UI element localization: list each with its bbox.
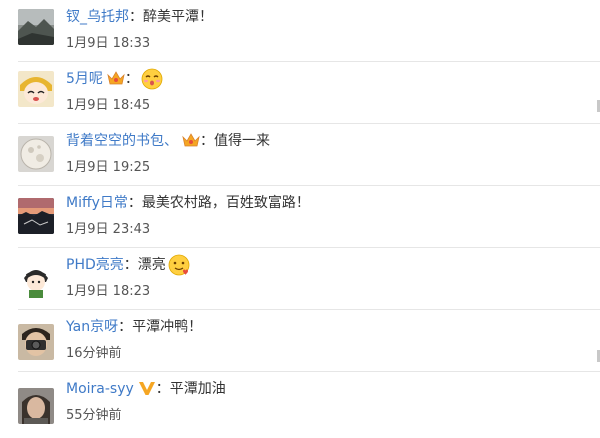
colon-separator: ：	[155, 381, 170, 397]
mountain-photo-avatar[interactable]	[18, 9, 54, 45]
crown-badge-icon	[182, 132, 200, 155]
comment-header: PHD亮亮：漂亮	[66, 254, 190, 283]
comment-item: PHD亮亮：漂亮 1月9日 18:23	[0, 248, 600, 310]
comment-text: 最美农村路，百姓致富路！	[141, 195, 310, 211]
colon-separator: ：	[129, 9, 143, 25]
username-link[interactable]: 5月呢	[66, 71, 103, 87]
comment-header: Miffy日常：最美农村路，百姓致富路！	[66, 192, 310, 214]
v-badge-icon	[138, 380, 156, 403]
comment-time: 55分钟前	[66, 408, 122, 423]
username-link[interactable]: 背着空空的书包、	[66, 133, 178, 149]
comment-text: 漂亮	[137, 257, 166, 273]
colon-separator: ：	[200, 133, 214, 149]
comment-text: 醉美平潭！	[143, 9, 213, 25]
comment-item: 背着空空的书包、 ：值得一来 1月9日 19:25	[0, 124, 600, 186]
colon-separator: ：	[127, 195, 142, 211]
comment-text: 值得一来	[214, 133, 270, 149]
username-link[interactable]: Miffy日常	[66, 195, 128, 211]
comment-item: Moira-syy ：平潭加油 55分钟前	[0, 372, 600, 438]
comment-time: 1月9日 18:33	[66, 36, 151, 51]
cartoon-girl-avatar[interactable]	[18, 71, 54, 107]
colon-separator: ：	[124, 71, 139, 87]
kissing-face-emoji-icon	[141, 68, 163, 97]
sunset-photo-avatar[interactable]	[18, 198, 54, 234]
comment-item: Miffy日常：最美农村路，百姓致富路！ 1月9日 23:43	[0, 186, 600, 248]
comment-header: 5月呢 ：	[66, 68, 163, 97]
username-link[interactable]: Moira-syy	[66, 381, 134, 397]
comment-header: Yan京呀：平潭冲鸭！	[66, 316, 202, 338]
comment-time: 1月9日 23:43	[66, 222, 151, 237]
woman-photo-avatar[interactable]	[18, 388, 54, 424]
comment-item: Yan京呀：平潭冲鸭！ 16分钟前	[0, 310, 600, 372]
username-link[interactable]: Yan京呀	[66, 319, 118, 335]
comment-item: 钗_乌托邦：醉美平潭！ 1月9日 18:33	[0, 0, 600, 62]
comment-text: 平潭冲鸭！	[132, 319, 203, 335]
comment-list: 钗_乌托邦：醉美平潭！ 1月9日 18:33 5月呢 ： 1月9日 18:45 …	[0, 0, 600, 438]
comment-time: 1月9日 18:23	[66, 284, 151, 299]
comment-item: 5月呢 ： 1月9日 18:45	[0, 62, 600, 124]
username-link[interactable]: 钗_乌托邦	[66, 9, 129, 25]
heart-face-emoji-icon	[168, 254, 190, 283]
colon-separator: ：	[123, 257, 138, 273]
camera-person-avatar[interactable]	[18, 324, 54, 360]
comment-header: Moira-syy ：平潭加油	[66, 378, 226, 403]
comment-time: 1月9日 18:45	[66, 98, 151, 113]
comment-header: 钗_乌托邦：醉美平潭！	[66, 6, 213, 28]
username-link[interactable]: PHD亮亮	[66, 257, 124, 273]
comment-text: 平潭加油	[169, 381, 226, 397]
comment-time: 1月9日 19:25	[66, 160, 151, 175]
comment-time: 16分钟前	[66, 346, 122, 361]
crown-badge-icon	[107, 70, 125, 93]
anime-boy-avatar[interactable]	[18, 262, 54, 298]
colon-separator: ：	[118, 319, 133, 335]
comment-header: 背着空空的书包、 ：值得一来	[66, 130, 270, 155]
moon-avatar[interactable]	[18, 136, 54, 172]
